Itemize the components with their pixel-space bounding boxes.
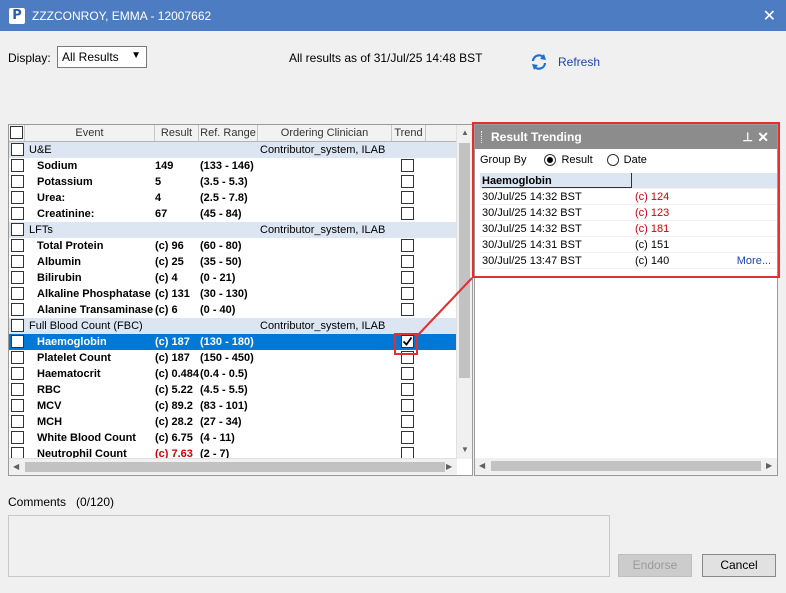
comments-label: Comments [8, 495, 67, 509]
endorse-button[interactable]: Endorse [618, 554, 692, 577]
cancel-button[interactable]: Cancel [702, 554, 776, 577]
annotation-line [416, 277, 473, 337]
comments-counter: (0/120) [76, 495, 115, 509]
comments-textarea[interactable] [8, 515, 610, 577]
annotation-connector [416, 277, 473, 337]
